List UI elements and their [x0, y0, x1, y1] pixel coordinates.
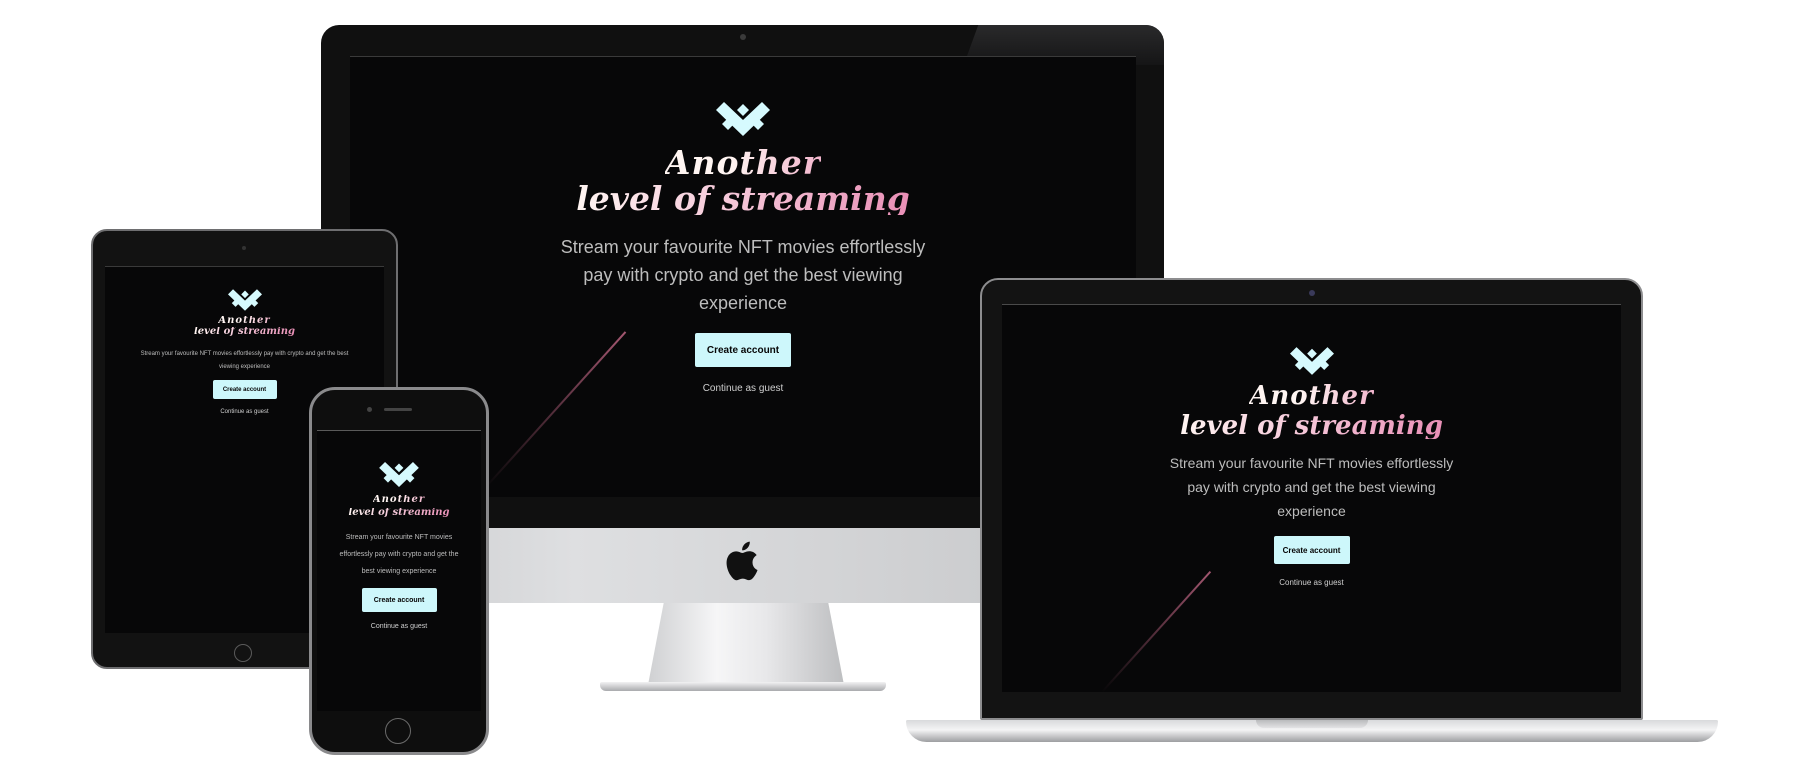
headline-line-2: level of streaming — [1180, 411, 1443, 441]
continue-as-guest-link[interactable]: Continue as guest — [371, 623, 427, 630]
m-monogram-icon — [1289, 347, 1334, 375]
laptop-camera — [1309, 290, 1315, 296]
headline-line-2: level of streaming — [348, 507, 450, 518]
decorative-streak — [1101, 570, 1212, 692]
tablet-home-button[interactable] — [234, 644, 252, 662]
continue-as-guest-link[interactable]: Continue as guest — [220, 409, 268, 415]
tagline-line-1: Stream your favourite NFT movies effortl… — [1169, 455, 1454, 471]
headline-line-1: Another — [218, 315, 271, 326]
tagline-line-3: experience — [1277, 503, 1346, 519]
m-monogram-icon — [716, 102, 770, 136]
continue-as-guest-link[interactable]: Continue as guest — [703, 383, 784, 394]
tagline-line-2: pay with crypto and get the best viewing — [1187, 479, 1436, 495]
create-account-button[interactable]: Create account — [212, 380, 277, 399]
desktop-stand-base — [600, 682, 886, 691]
desktop-camera — [740, 34, 746, 40]
tagline-line-3: experience — [698, 293, 788, 313]
create-account-button[interactable]: Create account — [695, 333, 791, 367]
tagline-line-1: Stream your favourite NFT movies effortl… — [140, 351, 349, 357]
create-account-button[interactable]: Create account — [1273, 536, 1350, 564]
tagline-line-2: effortlessly pay with crypto and get the — [339, 551, 459, 558]
headline-line-2: level of streaming — [576, 179, 910, 218]
laptop-screen: Another level of streaming Stream your f… — [1002, 304, 1621, 692]
apple-logo-icon — [723, 539, 759, 587]
desktop-stand-neck — [648, 603, 844, 685]
tagline-line-2: pay with crypto and get the best viewing — [583, 265, 903, 285]
phone-speaker — [384, 408, 412, 411]
m-monogram-icon — [379, 462, 419, 487]
tablet-camera — [242, 246, 246, 250]
create-account-button[interactable]: Create account — [361, 588, 437, 612]
continue-as-guest-link[interactable]: Continue as guest — [1279, 578, 1344, 587]
headline-line-1: Another — [1249, 381, 1374, 411]
tagline-line-1: Stream your favourite NFT movies effortl… — [560, 237, 926, 257]
tagline-line-1: Stream your favourite NFT movies — [345, 534, 453, 541]
phone-screen: Another level of streaming Stream your f… — [317, 430, 481, 711]
headline-line-2: level of streaming — [193, 326, 296, 337]
laptop-hinge-notch — [1256, 720, 1368, 728]
phone-camera — [367, 407, 372, 412]
m-monogram-icon — [227, 289, 262, 311]
headline-line-1: Another — [372, 494, 426, 505]
tagline-line-3: best viewing experience — [361, 568, 437, 575]
phone-home-button[interactable] — [385, 718, 411, 744]
headline-line-1: Another — [664, 143, 822, 182]
tagline-line-2: viewing experience — [218, 364, 271, 370]
